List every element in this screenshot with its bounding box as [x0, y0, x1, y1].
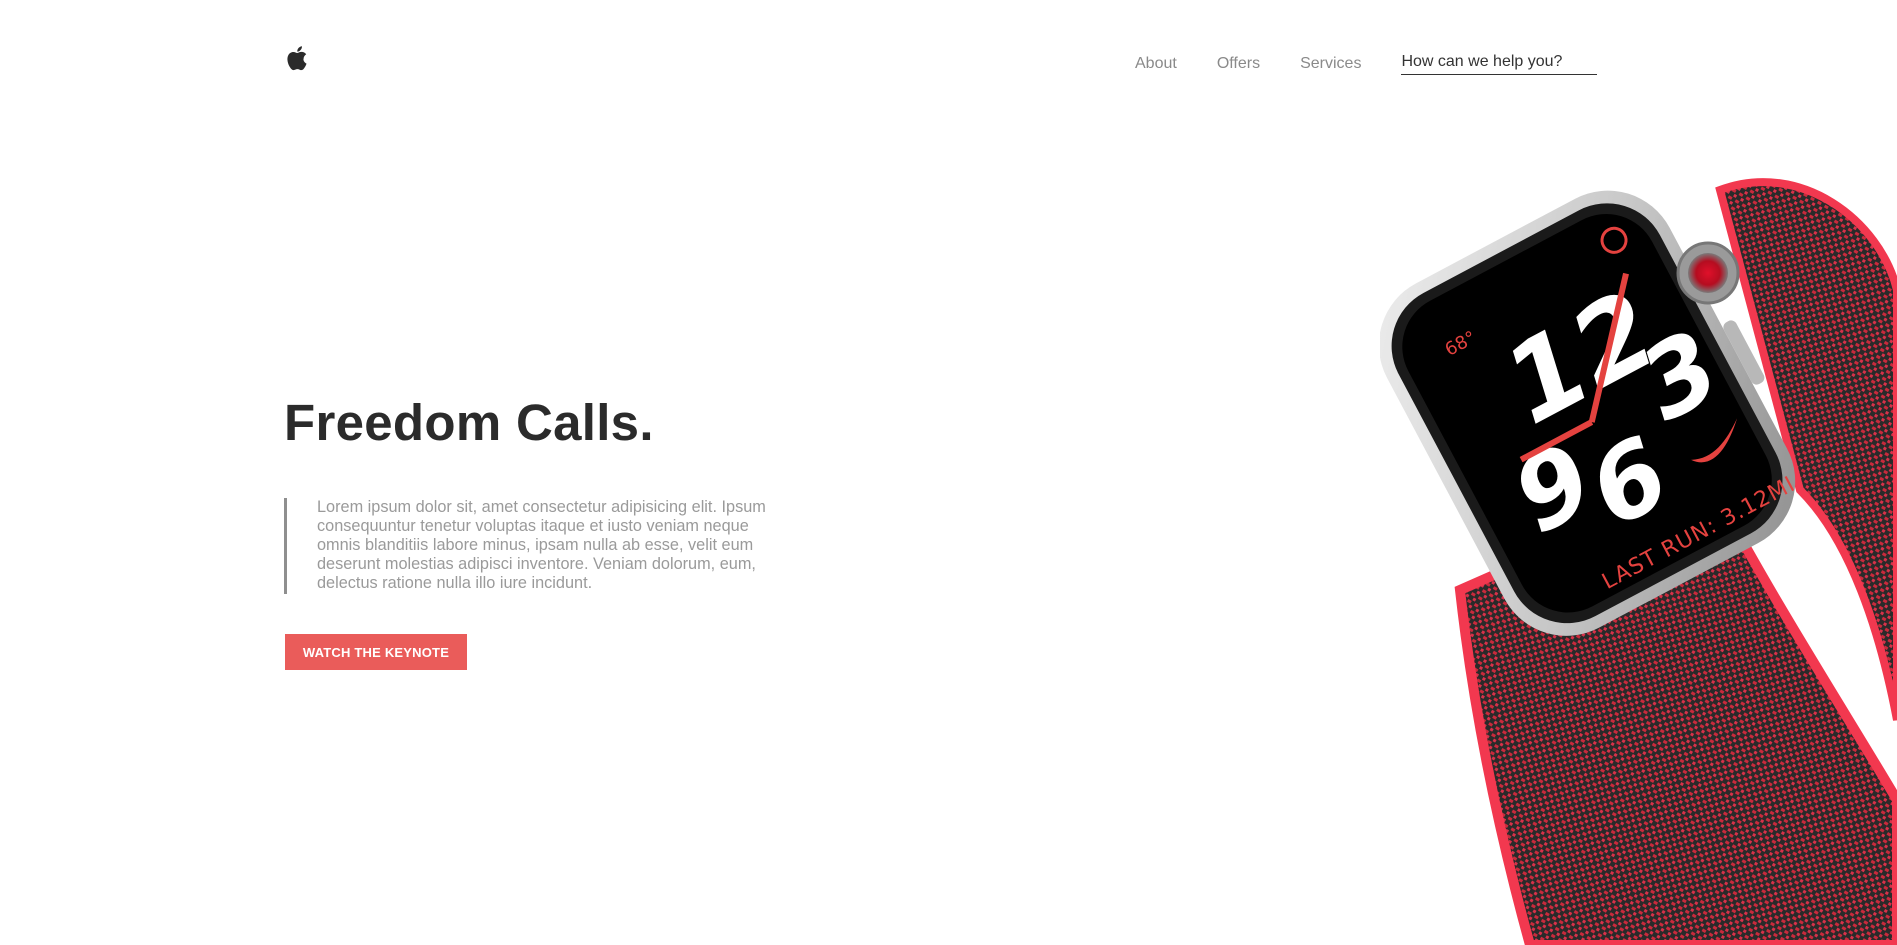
apple-watch-image: 68° 12 3 9 6 LAST RUN: 3.12MI [1380, 178, 1897, 945]
apple-logo-icon[interactable] [284, 44, 308, 72]
hero-description: Lorem ipsum dolor sit, amet consectetur … [317, 498, 766, 592]
nav-about[interactable]: About [1135, 55, 1177, 73]
watch-keynote-button[interactable]: WATCH THE KEYNOTE [285, 634, 467, 670]
main-nav: About Offers Services [1135, 53, 1598, 75]
page: About Offers Services Freedom Calls. Lor… [0, 0, 1897, 945]
nav-services[interactable]: Services [1300, 55, 1361, 73]
digital-crown-group [1676, 241, 1740, 305]
hero-description-block: Lorem ipsum dolor sit, amet consectetur … [284, 498, 784, 594]
search-input[interactable] [1401, 53, 1598, 75]
hero-title: Freedom Calls. [284, 394, 654, 451]
nav-offers[interactable]: Offers [1217, 55, 1260, 73]
